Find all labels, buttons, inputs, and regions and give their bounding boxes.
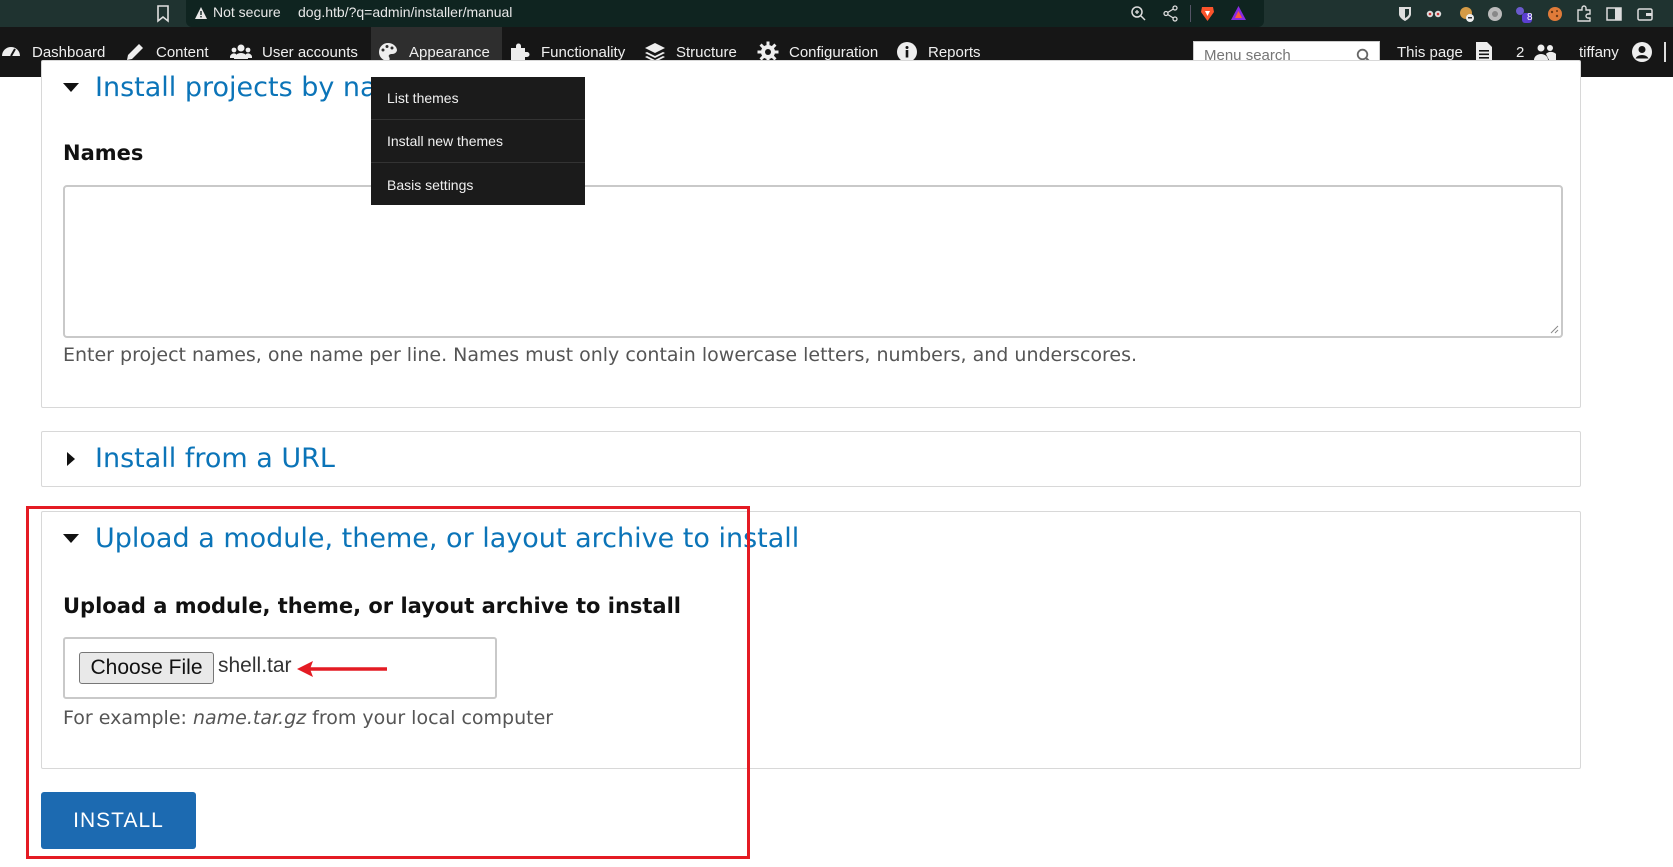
user-menu[interactable]: tiffany [1579, 27, 1653, 77]
toolbar-item-label: Dashboard [32, 43, 106, 61]
toolbar-item-label: Appearance [409, 43, 490, 61]
not-secure-label[interactable]: Not secure [213, 4, 281, 20]
dashboard-icon [2, 47, 20, 57]
dropdown-item-basis-settings[interactable]: Basis settings [371, 163, 585, 206]
toolbar-edge-divider [1664, 42, 1666, 62]
browser-top-bar: Not secure dog.htb/?q=admin/installer/ma… [0, 0, 1673, 27]
bookmark-icon[interactable] [154, 4, 172, 23]
toolbar-item-label: Functionality [541, 43, 626, 61]
wappalyzer-icon[interactable] [1425, 5, 1443, 23]
bitwarden-icon[interactable] [1396, 5, 1414, 23]
install-from-url-legend: Install from a URL [95, 443, 335, 474]
share-icon[interactable] [1162, 5, 1179, 22]
brave-rewards-icon[interactable] [1230, 5, 1247, 22]
toolbar-item-label: User accounts [262, 43, 358, 61]
red-arrow-icon [297, 661, 387, 677]
zoom-icon[interactable] [1130, 5, 1147, 22]
toolbar-item-label: Content [156, 43, 209, 61]
names-textarea[interactable] [63, 185, 1563, 338]
url-text[interactable]: dog.htb/?q=admin/installer/manual [298, 4, 512, 20]
install-from-url-toggle[interactable]: Install from a URL [63, 443, 335, 474]
highlight-box [26, 506, 750, 859]
warning-icon[interactable] [194, 6, 208, 20]
wallet-icon[interactable] [1636, 5, 1654, 23]
cookie-icon[interactable] [1546, 5, 1564, 23]
user-avatar-icon [1631, 42, 1652, 62]
resize-grip-icon[interactable] [1549, 324, 1559, 334]
names-help-text: Enter project names, one name per line. … [63, 344, 1138, 366]
user-count: 2 [1516, 43, 1525, 61]
extension-badge-count: 8 [1527, 12, 1533, 23]
hackbar-icon[interactable] [1486, 5, 1504, 23]
this-page-label: This page [1397, 43, 1463, 61]
extensions-puzzle-icon[interactable] [1575, 5, 1593, 23]
toolbar-item-label: Configuration [789, 43, 879, 61]
cookie-editor-icon[interactable] [1458, 5, 1476, 23]
brave-shield-icon[interactable] [1199, 5, 1216, 22]
address-bar[interactable]: Not secure dog.htb/?q=admin/installer/ma… [186, 0, 1264, 27]
sidebar-icon[interactable] [1605, 5, 1623, 23]
users-icon [1534, 44, 1557, 60]
names-label: Names [63, 141, 144, 165]
collapse-arrow-icon [63, 83, 79, 92]
expand-arrow-icon [67, 451, 75, 466]
dropdown-item-list-themes[interactable]: List themes [371, 77, 585, 120]
install-by-name-toggle[interactable]: Install projects by name [63, 72, 420, 103]
toolbar-item-label: Structure [676, 43, 737, 61]
toolbar-item-label: Reports [928, 43, 981, 61]
appearance-dropdown: List themes Install new themes Basis set… [371, 77, 585, 205]
username: tiffany [1579, 43, 1619, 61]
dropdown-item-install-new-themes[interactable]: Install new themes [371, 120, 585, 163]
